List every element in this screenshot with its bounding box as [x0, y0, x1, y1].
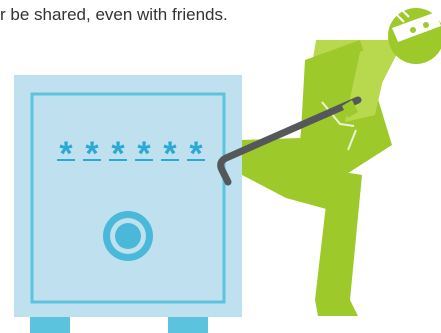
- safe-foot-left: [30, 316, 70, 333]
- safe-icon: * * * * * *: [14, 75, 242, 333]
- password-char: *: [111, 135, 125, 173]
- password-char: *: [137, 135, 151, 173]
- thief-icon: [242, 8, 441, 316]
- password-char: *: [85, 135, 99, 173]
- password-char: *: [163, 135, 177, 173]
- password-char: *: [189, 135, 203, 173]
- safe-body: [14, 75, 242, 317]
- dial-icon: [103, 211, 153, 261]
- password-theft-illustration: * * * * * *: [14, 8, 441, 333]
- safe-foot-right: [168, 316, 208, 333]
- password-char: *: [59, 135, 73, 173]
